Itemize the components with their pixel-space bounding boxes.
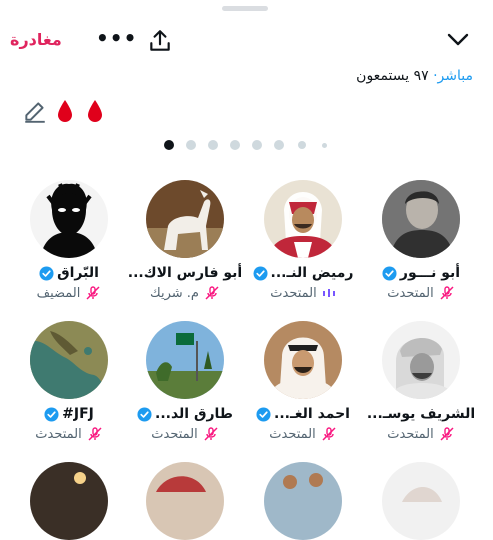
participant-role-row: المتحدث xyxy=(126,425,244,443)
participant-role-row: المضيف xyxy=(10,284,128,302)
participant-card[interactable]: احمد الغـ... المتحدث xyxy=(244,321,362,451)
listener-count: ٩٧ يستمعون xyxy=(356,68,429,84)
chevron-down-icon[interactable] xyxy=(446,32,470,48)
page-dot[interactable] xyxy=(186,140,196,150)
avatar xyxy=(264,180,342,258)
edit-pencil-icon[interactable] xyxy=(22,98,48,124)
participant-card[interactable]: أبو فارس الاك... م. شريك xyxy=(126,180,244,310)
participant-name-row: البّراق xyxy=(10,263,128,283)
participant-role: المتحدث xyxy=(270,285,317,301)
more-options-icon[interactable]: ••• xyxy=(96,26,137,50)
verified-badge-icon xyxy=(44,406,59,422)
page-dot[interactable] xyxy=(274,140,284,150)
avatar[interactable] xyxy=(382,462,460,540)
avatar xyxy=(382,180,460,258)
participant-card[interactable]: الشريف يوسـ... المتحدث xyxy=(362,321,480,451)
participant-name-row: احمد الغـ... xyxy=(244,404,362,424)
space-status: مباشر· ٩٧ يستمعون xyxy=(356,68,473,84)
participant-role: المتحدث xyxy=(387,285,434,301)
participant-role: المتحدث xyxy=(151,426,198,442)
blood-drop-icon[interactable] xyxy=(56,98,74,124)
mic-muted-icon xyxy=(88,427,102,441)
mic-muted-icon xyxy=(440,427,454,441)
live-label: مباشر xyxy=(437,68,473,84)
avatar[interactable] xyxy=(264,462,342,540)
participant-name: احمد الغـ... xyxy=(274,406,350,422)
page-dot[interactable] xyxy=(230,140,240,150)
participant-card[interactable]: رميض النـ... المتحدث xyxy=(244,180,362,310)
participant-role-row: المتحدث xyxy=(244,425,362,443)
avatar[interactable] xyxy=(30,462,108,540)
participant-role-row: م. شريك xyxy=(126,284,244,302)
avatar xyxy=(30,180,108,258)
verified-badge-icon xyxy=(256,406,271,422)
avatar xyxy=(146,180,224,258)
leave-button[interactable]: مغادرة xyxy=(10,30,62,49)
page-dot[interactable] xyxy=(298,141,306,149)
page-dot-active[interactable] xyxy=(164,140,174,150)
participant-name: أبو فارس الاك... xyxy=(127,265,243,281)
participant-role: م. شريك xyxy=(150,285,199,301)
participant-name-row: رميض النـ... xyxy=(244,263,362,283)
participant-name-row: JFJ# xyxy=(10,404,128,424)
mic-muted-icon xyxy=(322,427,336,441)
page-dot[interactable] xyxy=(252,140,262,150)
verified-badge-icon xyxy=(382,265,397,281)
participant-role: المتحدث xyxy=(269,426,316,442)
avatar xyxy=(30,321,108,399)
participant-role: المتحدث xyxy=(387,426,434,442)
participant-role-row: المتحدث xyxy=(362,284,480,302)
blood-drop-icon[interactable] xyxy=(86,98,104,124)
participant-card[interactable]: JFJ# المتحدث xyxy=(10,321,128,451)
participant-name-row: طارق الد... xyxy=(126,404,244,424)
participant-role-row: المتحدث xyxy=(362,425,480,443)
participant-card[interactable]: طارق الد... المتحدث xyxy=(126,321,244,451)
participant-name: البّراق xyxy=(57,265,99,281)
verified-badge-icon xyxy=(253,265,268,281)
participant-name: رميض النـ... xyxy=(270,265,354,281)
page-dot[interactable] xyxy=(208,140,218,150)
participant-name: JFJ# xyxy=(62,406,94,422)
verified-badge-icon xyxy=(137,406,152,422)
avatar xyxy=(264,321,342,399)
mic-muted-icon xyxy=(440,286,454,300)
page-indicator xyxy=(0,138,493,152)
avatar xyxy=(146,321,224,399)
participant-card[interactable]: البّراق المضيف xyxy=(10,180,128,310)
mic-muted-icon xyxy=(205,286,219,300)
participant-role: المتحدث xyxy=(35,426,82,442)
participant-card[interactable]: أبو نـــور المتحدث xyxy=(362,180,480,310)
participant-name-row: الشريف يوسـ... xyxy=(362,404,480,424)
top-bar: مغادرة ••• xyxy=(0,22,493,62)
verified-badge-icon xyxy=(39,265,54,281)
participant-role: المضيف xyxy=(36,285,81,301)
mic-muted-icon xyxy=(86,286,100,300)
speaking-indicator-icon xyxy=(322,289,335,297)
participant-name: الشريف يوسـ... xyxy=(366,406,476,422)
page-dot[interactable] xyxy=(322,143,327,148)
sheet-grabber[interactable] xyxy=(222,6,268,11)
participant-name-row: أبو نـــور xyxy=(362,263,480,283)
participant-name: أبو نـــور xyxy=(399,265,461,281)
avatar xyxy=(382,321,460,399)
participant-role-row: المتحدث xyxy=(10,425,128,443)
mic-muted-icon xyxy=(204,427,218,441)
participant-name-row: أبو فارس الاك... xyxy=(126,263,244,283)
share-icon[interactable] xyxy=(147,28,173,54)
avatar[interactable] xyxy=(146,462,224,540)
participant-role-row: المتحدث xyxy=(244,284,362,302)
participant-name: طارق الد... xyxy=(155,406,233,422)
